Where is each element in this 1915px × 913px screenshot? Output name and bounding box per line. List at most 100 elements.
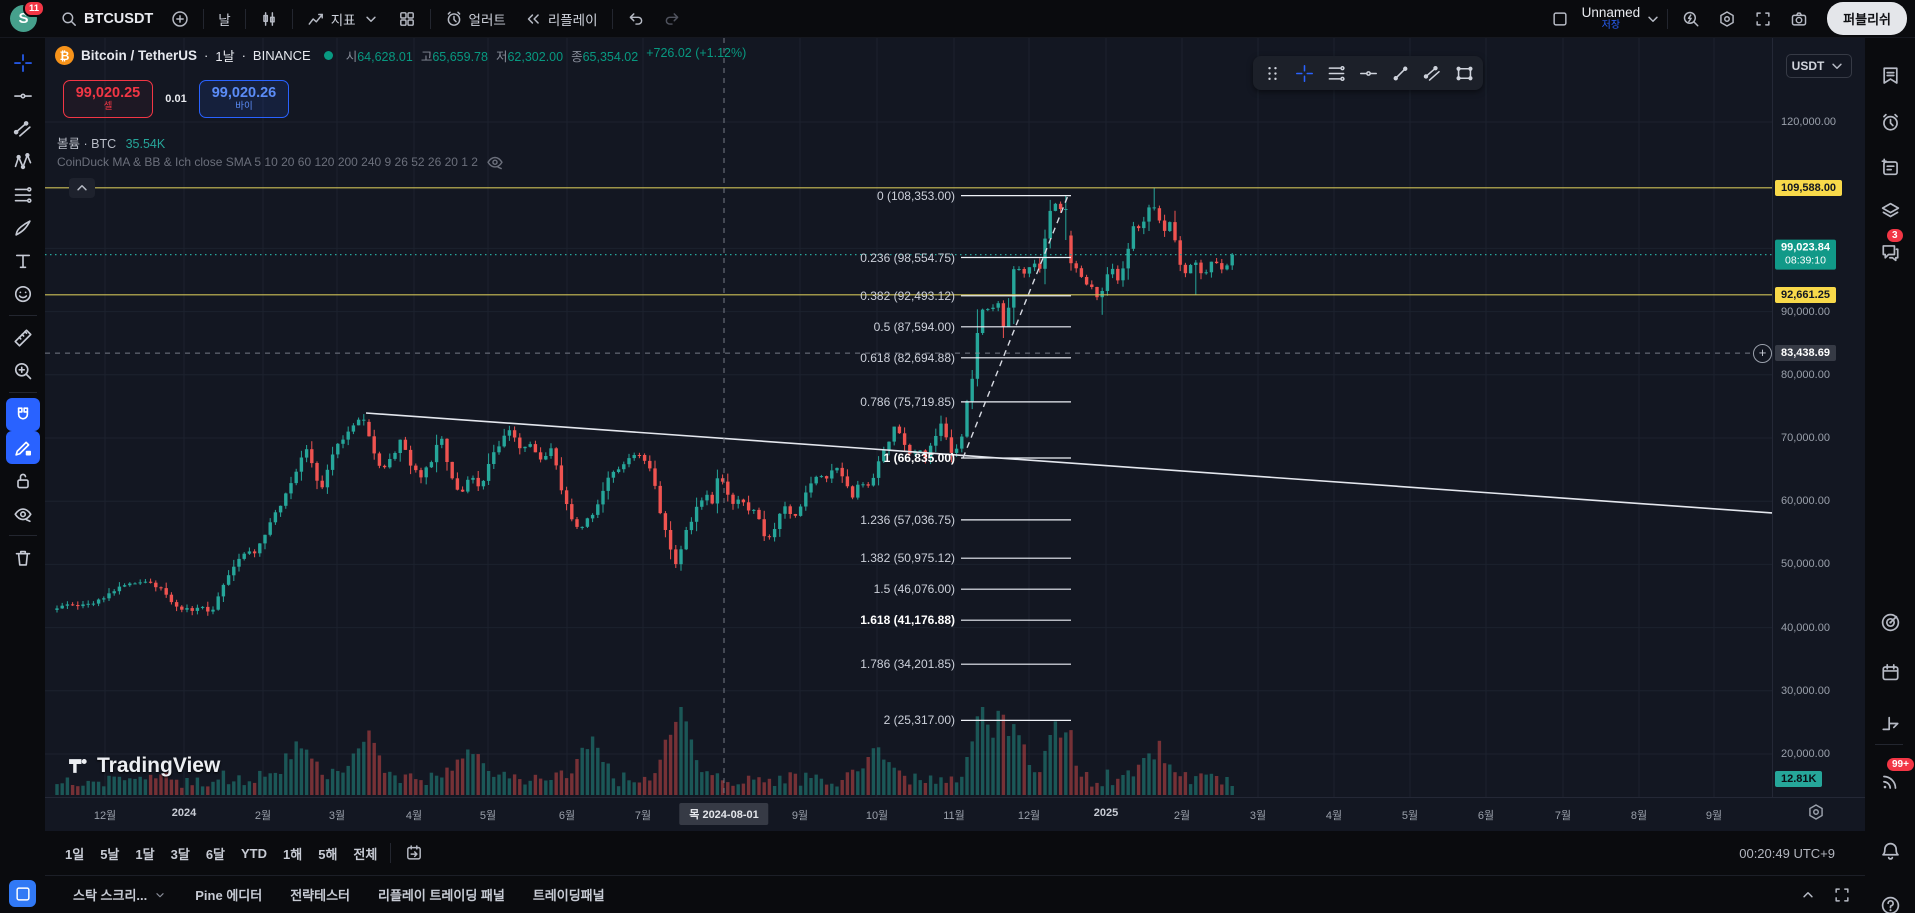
manage-layouts-button[interactable]: [1542, 4, 1578, 34]
floating-dragdots-button[interactable]: [1257, 59, 1287, 87]
time-tick-label: 6월: [1477, 810, 1495, 822]
quick-search-button[interactable]: [1673, 4, 1709, 34]
replay-button[interactable]: 리플레이: [515, 4, 607, 34]
domfork-panel-button[interactable]: [1873, 706, 1907, 740]
range-전체-button[interactable]: 전체: [345, 840, 385, 867]
interval-button[interactable]: 날: [209, 4, 239, 34]
statusbar-item[interactable]: Pine 에디터: [195, 885, 262, 904]
range-1일-button[interactable]: 1일: [57, 840, 92, 867]
go-to-date-button[interactable]: [396, 838, 432, 868]
floating-crosshair-button[interactable]: [1289, 59, 1319, 87]
sell-button[interactable]: 99,020.25 셀: [63, 80, 153, 118]
indicator-templates-button[interactable]: [389, 4, 425, 34]
brush-icon: [13, 218, 33, 238]
maximize-panel-icon[interactable]: [1833, 886, 1851, 904]
screener-widget-icon[interactable]: [9, 880, 36, 907]
redo-button[interactable]: [654, 4, 690, 34]
indicators-button[interactable]: 지표: [298, 4, 389, 34]
range-3달-button[interactable]: 3달: [163, 840, 198, 867]
range-6달-button[interactable]: 6달: [198, 840, 233, 867]
plus-circle-icon: [171, 10, 189, 28]
ruler-tool-button[interactable]: [6, 321, 40, 354]
symbol-title[interactable]: Bitcoin / TetherUS: [81, 48, 197, 63]
eye-hidden-icon[interactable]: [486, 153, 504, 171]
hline-tool-button[interactable]: [6, 79, 40, 112]
alarm-icon: [1880, 112, 1901, 133]
statusbar-item[interactable]: 리플레이 트레이딩 패널: [378, 885, 505, 904]
buy-button[interactable]: 99,020.26 바이: [199, 80, 289, 118]
price-axis[interactable]: 120,000.00100,000.0090,000.0080,000.0070…: [1772, 38, 1865, 797]
indicator-legend-row[interactable]: CoinDuck MA & BB & Ich close SMA 5 10 20…: [57, 153, 504, 171]
statusbar-item[interactable]: 트레이딩패널: [533, 885, 605, 904]
chevron-down-icon[interactable]: [1644, 10, 1662, 28]
chart-settings-button[interactable]: [1709, 4, 1745, 34]
floating-rect-button[interactable]: [1449, 59, 1479, 87]
price-line-badge: 83,438.69: [1775, 345, 1836, 362]
clock-utc-label[interactable]: 00:20:49 UTC+9: [1739, 846, 1835, 861]
chart-area[interactable]: ₿ Bitcoin / TetherUS · 1날 · BINANCE 시64,…: [45, 38, 1865, 831]
text-tool-button[interactable]: [6, 244, 40, 277]
bell-panel-button[interactable]: [1873, 834, 1907, 868]
magnet-tool-button[interactable]: [5, 398, 40, 431]
rail-divider: [1875, 744, 1903, 745]
symbol-search-button[interactable]: BTCUSDT: [51, 4, 162, 34]
user-avatar[interactable]: S 11: [10, 0, 45, 32]
legend-interval[interactable]: 1날: [215, 46, 234, 65]
editlock-tool-button[interactable]: [5, 431, 40, 464]
statusbar-item[interactable]: 전략테스터: [290, 885, 350, 904]
trash-tool-button[interactable]: [6, 541, 40, 574]
range-1달-button[interactable]: 1달: [127, 840, 162, 867]
help-panel-button[interactable]: [1873, 888, 1907, 913]
range-5해-button[interactable]: 5해: [310, 840, 345, 867]
time-axis[interactable]: 12월 2024 2월 3월 4월 5월 6월 7월 9월 10월 11월 12월 2025 2월 3월 4월…: [45, 797, 1865, 831]
notes-panel-button[interactable]: [1873, 150, 1907, 184]
layout-name-button[interactable]: Unnamed 저장: [1582, 5, 1641, 32]
price-chart-canvas[interactable]: [45, 38, 1772, 797]
spread-value: 0.01: [165, 93, 187, 105]
alert-button[interactable]: 얼러트: [436, 4, 515, 34]
brush-tool-button[interactable]: [6, 211, 40, 244]
fullscreen-button[interactable]: [1745, 4, 1781, 34]
top-toolbar: S 11 BTCUSDT 날 지표 얼러트 리플레이 Unnamed 저장 퍼블…: [0, 0, 1915, 38]
legend-exchange[interactable]: BINANCE: [253, 48, 311, 63]
undo-button[interactable]: [618, 4, 654, 34]
price-line-badge: 109,588.00: [1775, 179, 1843, 196]
calendar-panel-button[interactable]: [1873, 655, 1907, 689]
pane-collapse-button[interactable]: [69, 178, 95, 198]
eyeoff-tool-button[interactable]: [6, 497, 40, 530]
panel-collapse-chevron-icon[interactable]: [1799, 886, 1817, 904]
fibtool-tool-button[interactable]: [6, 178, 40, 211]
smiley-tool-button[interactable]: [6, 277, 40, 310]
snapshot-button[interactable]: [1781, 4, 1817, 34]
lockopen-tool-button[interactable]: [6, 464, 40, 497]
radar-panel-button[interactable]: [1873, 605, 1907, 639]
search-icon: [60, 10, 78, 28]
smiley-icon: [13, 284, 33, 304]
floating-channel-button[interactable]: [1417, 59, 1447, 87]
floating-fibtool-button[interactable]: [1321, 59, 1351, 87]
publish-button[interactable]: 퍼블리쉬: [1827, 2, 1907, 35]
axis-settings-icon[interactable]: [1807, 803, 1825, 821]
currency-selector[interactable]: USDT: [1786, 54, 1852, 78]
zoomin-tool-button[interactable]: [6, 354, 40, 387]
market-status-dot[interactable]: [323, 51, 333, 60]
hline-icon: [13, 86, 33, 106]
range-5날-button[interactable]: 5날: [92, 840, 127, 867]
channel-tool-button[interactable]: [6, 112, 40, 145]
xabcd-tool-button[interactable]: [6, 145, 40, 178]
volume-legend-row[interactable]: 볼륨 · BTC 35.54K: [57, 133, 165, 152]
chart-style-button[interactable]: [251, 4, 287, 34]
floating-trendline-button[interactable]: [1385, 59, 1415, 87]
crosshair-add-alert-button[interactable]: +: [1753, 344, 1772, 364]
bookmarklist-panel-button[interactable]: [1873, 58, 1907, 92]
floating-hline-button[interactable]: [1353, 59, 1383, 87]
interval-label: 날: [218, 12, 231, 28]
range-YTD-button[interactable]: YTD: [233, 842, 275, 865]
layers-panel-button[interactable]: [1873, 193, 1907, 227]
symbol-row[interactable]: ₿ Bitcoin / TetherUS · 1날 · BINANCE 시64,…: [55, 46, 746, 65]
crosshair-tool-button[interactable]: [6, 46, 40, 79]
statusbar-item[interactable]: 스탁 스크리...: [73, 885, 167, 904]
range-1해-button[interactable]: 1해: [275, 840, 310, 867]
alarm-panel-button[interactable]: [1873, 105, 1907, 139]
compare-add-symbol-button[interactable]: [162, 4, 198, 34]
